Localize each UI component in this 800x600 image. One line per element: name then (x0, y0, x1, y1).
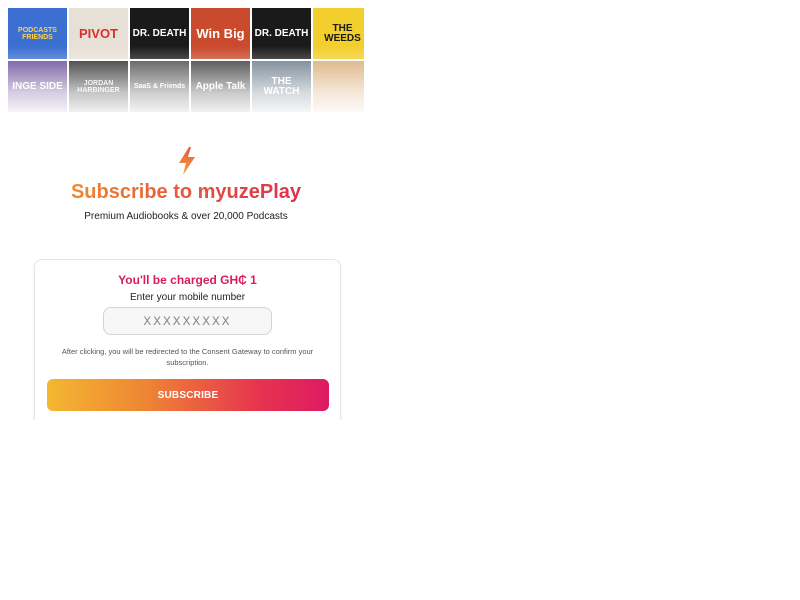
mobile-number-input[interactable] (103, 307, 272, 335)
podcast-cover-title: PODCASTS FRIENDS (18, 26, 57, 41)
podcast-cover-banner: PODCASTS FRIENDS PIVOT DR. DEATH Win Big DR.… (8, 8, 364, 118)
subscribe-button[interactable]: SUBSCRIBE (47, 379, 329, 411)
page-title: Subscribe to myuzePlay (8, 181, 364, 204)
mobile-number-label: Enter your mobile number (129, 292, 246, 303)
lightning-bolt-icon (179, 147, 195, 175)
podcast-cover-title: PIVOT (78, 26, 118, 41)
charge-amount-text: You'll be charged GH₵ 1 (118, 273, 257, 287)
podcast-cover-title: THE WEEDS (324, 22, 361, 44)
subscription-page: PODCASTS FRIENDS PIVOT DR. DEATH Win Big DR.… (8, 8, 364, 420)
subscription-card: You'll be charged GH₵ 1 Enter your mobil… (34, 259, 341, 420)
consent-gateway-note: After clicking, you will be redirected t… (61, 347, 314, 367)
podcast-cover-title: Win Big (196, 26, 245, 41)
banner-fade-overlay (8, 46, 364, 118)
card-bottom-fade (35, 416, 340, 420)
podcast-cover-title: DR. DEATH (132, 27, 187, 39)
podcast-cover-title: DR. DEATH (254, 27, 309, 39)
page-subtitle: Premium Audiobooks & over 20,000 Podcast… (84, 211, 288, 222)
